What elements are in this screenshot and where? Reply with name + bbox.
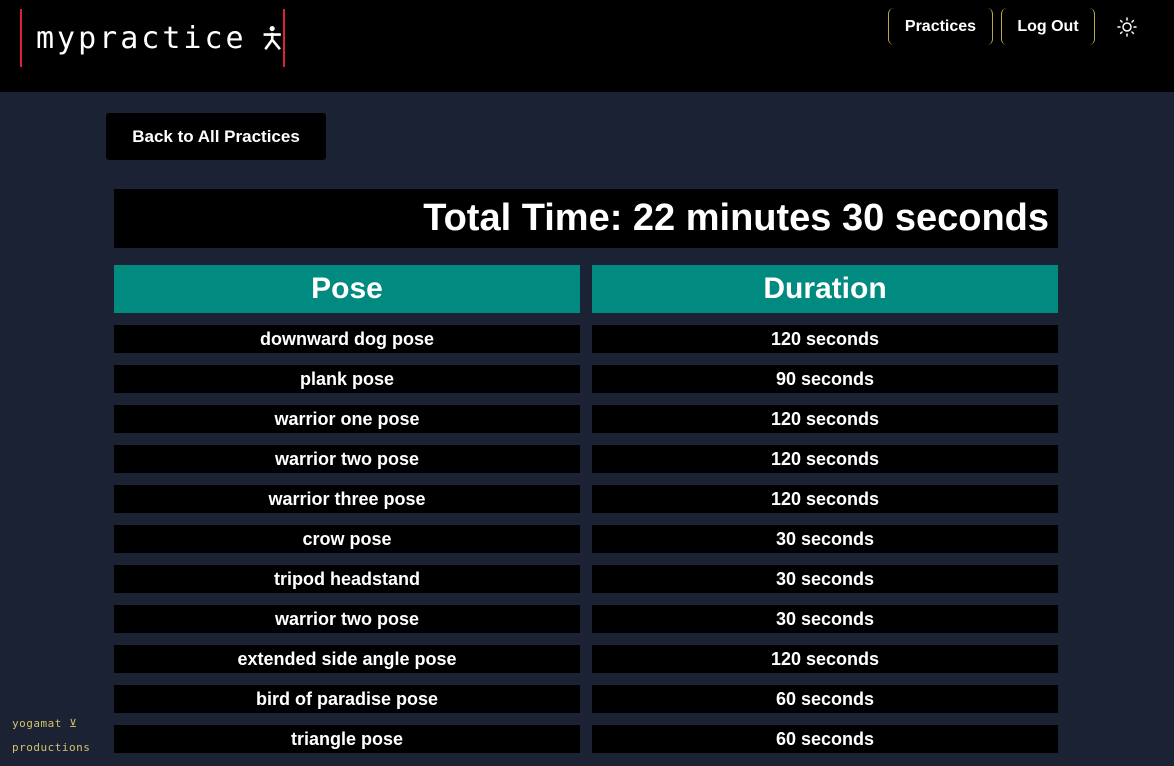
credit-line-1: yogamat ⊻ bbox=[12, 717, 78, 730]
table-row: bird of paradise pose 60 seconds bbox=[0, 685, 1174, 713]
table-row: downward dog pose 120 seconds bbox=[0, 325, 1174, 353]
table-row: warrior three pose 120 seconds bbox=[0, 485, 1174, 513]
duration-cell: 30 seconds bbox=[592, 565, 1058, 593]
stick-figure-icon bbox=[263, 25, 281, 51]
pose-cell: warrior two pose bbox=[114, 605, 580, 633]
logout-label: Log Out bbox=[1017, 17, 1079, 35]
duration-cell: 120 seconds bbox=[592, 485, 1058, 513]
top-navbar: mypractice Practices Log Out bbox=[0, 0, 1174, 92]
table-row: tripod headstand 30 seconds bbox=[0, 565, 1174, 593]
pose-header-label: Pose bbox=[311, 272, 383, 305]
table-row: plank pose 90 seconds bbox=[0, 365, 1174, 393]
duration-cell: 120 seconds bbox=[592, 445, 1058, 473]
duration-header-label: Duration bbox=[763, 272, 887, 305]
pose-cell: crow pose bbox=[114, 525, 580, 553]
back-button-label: Back to All Practices bbox=[132, 126, 300, 146]
nav-practices-label: Practices bbox=[904, 17, 977, 35]
duration-cell: 120 seconds bbox=[592, 405, 1058, 433]
logo-text: mypractice bbox=[36, 20, 247, 56]
pose-cell: tripod headstand bbox=[114, 565, 580, 593]
pose-table-body: downward dog pose 120 seconds plank pose… bbox=[0, 325, 1174, 765]
pose-cell: downward dog pose bbox=[114, 325, 580, 353]
pose-cell: plank pose bbox=[114, 365, 580, 393]
table-row: crow pose 30 seconds bbox=[0, 525, 1174, 553]
duration-cell: 90 seconds bbox=[592, 365, 1058, 393]
pose-cell: warrior one pose bbox=[114, 405, 580, 433]
table-row: triangle pose 60 seconds bbox=[0, 725, 1174, 753]
pose-cell: triangle pose bbox=[114, 725, 580, 753]
duration-column-header: Duration bbox=[592, 265, 1058, 313]
table-row: warrior two pose 30 seconds bbox=[0, 605, 1174, 633]
logout-button[interactable]: Log Out bbox=[1001, 8, 1095, 45]
duration-cell: 120 seconds bbox=[592, 645, 1058, 673]
pose-cell: extended side angle pose bbox=[114, 645, 580, 673]
duration-cell: 120 seconds bbox=[592, 325, 1058, 353]
duration-cell: 30 seconds bbox=[592, 525, 1058, 553]
table-row: warrior one pose 120 seconds bbox=[0, 405, 1174, 433]
total-time-text: Total Time: 22 minutes 30 seconds bbox=[423, 197, 1049, 239]
duration-cell: 60 seconds bbox=[592, 725, 1058, 753]
duration-cell: 60 seconds bbox=[592, 685, 1058, 713]
footer-credit: yogamat ⊻ productions bbox=[12, 712, 104, 760]
nav-practices-button[interactable]: Practices bbox=[888, 8, 993, 45]
table-row: warrior two pose 120 seconds bbox=[0, 445, 1174, 473]
credit-line-2: productions bbox=[12, 741, 91, 754]
table-row: extended side angle pose 120 seconds bbox=[0, 645, 1174, 673]
pose-cell: bird of paradise pose bbox=[114, 685, 580, 713]
total-time-banner: Total Time: 22 minutes 30 seconds bbox=[114, 189, 1058, 248]
pose-cell: warrior three pose bbox=[114, 485, 580, 513]
pose-cell: warrior two pose bbox=[114, 445, 580, 473]
pose-column-header: Pose bbox=[114, 265, 580, 313]
sun-icon[interactable] bbox=[1116, 16, 1138, 38]
app-logo[interactable]: mypractice bbox=[20, 9, 285, 67]
duration-cell: 30 seconds bbox=[592, 605, 1058, 633]
back-to-practices-button[interactable]: Back to All Practices bbox=[106, 113, 326, 160]
